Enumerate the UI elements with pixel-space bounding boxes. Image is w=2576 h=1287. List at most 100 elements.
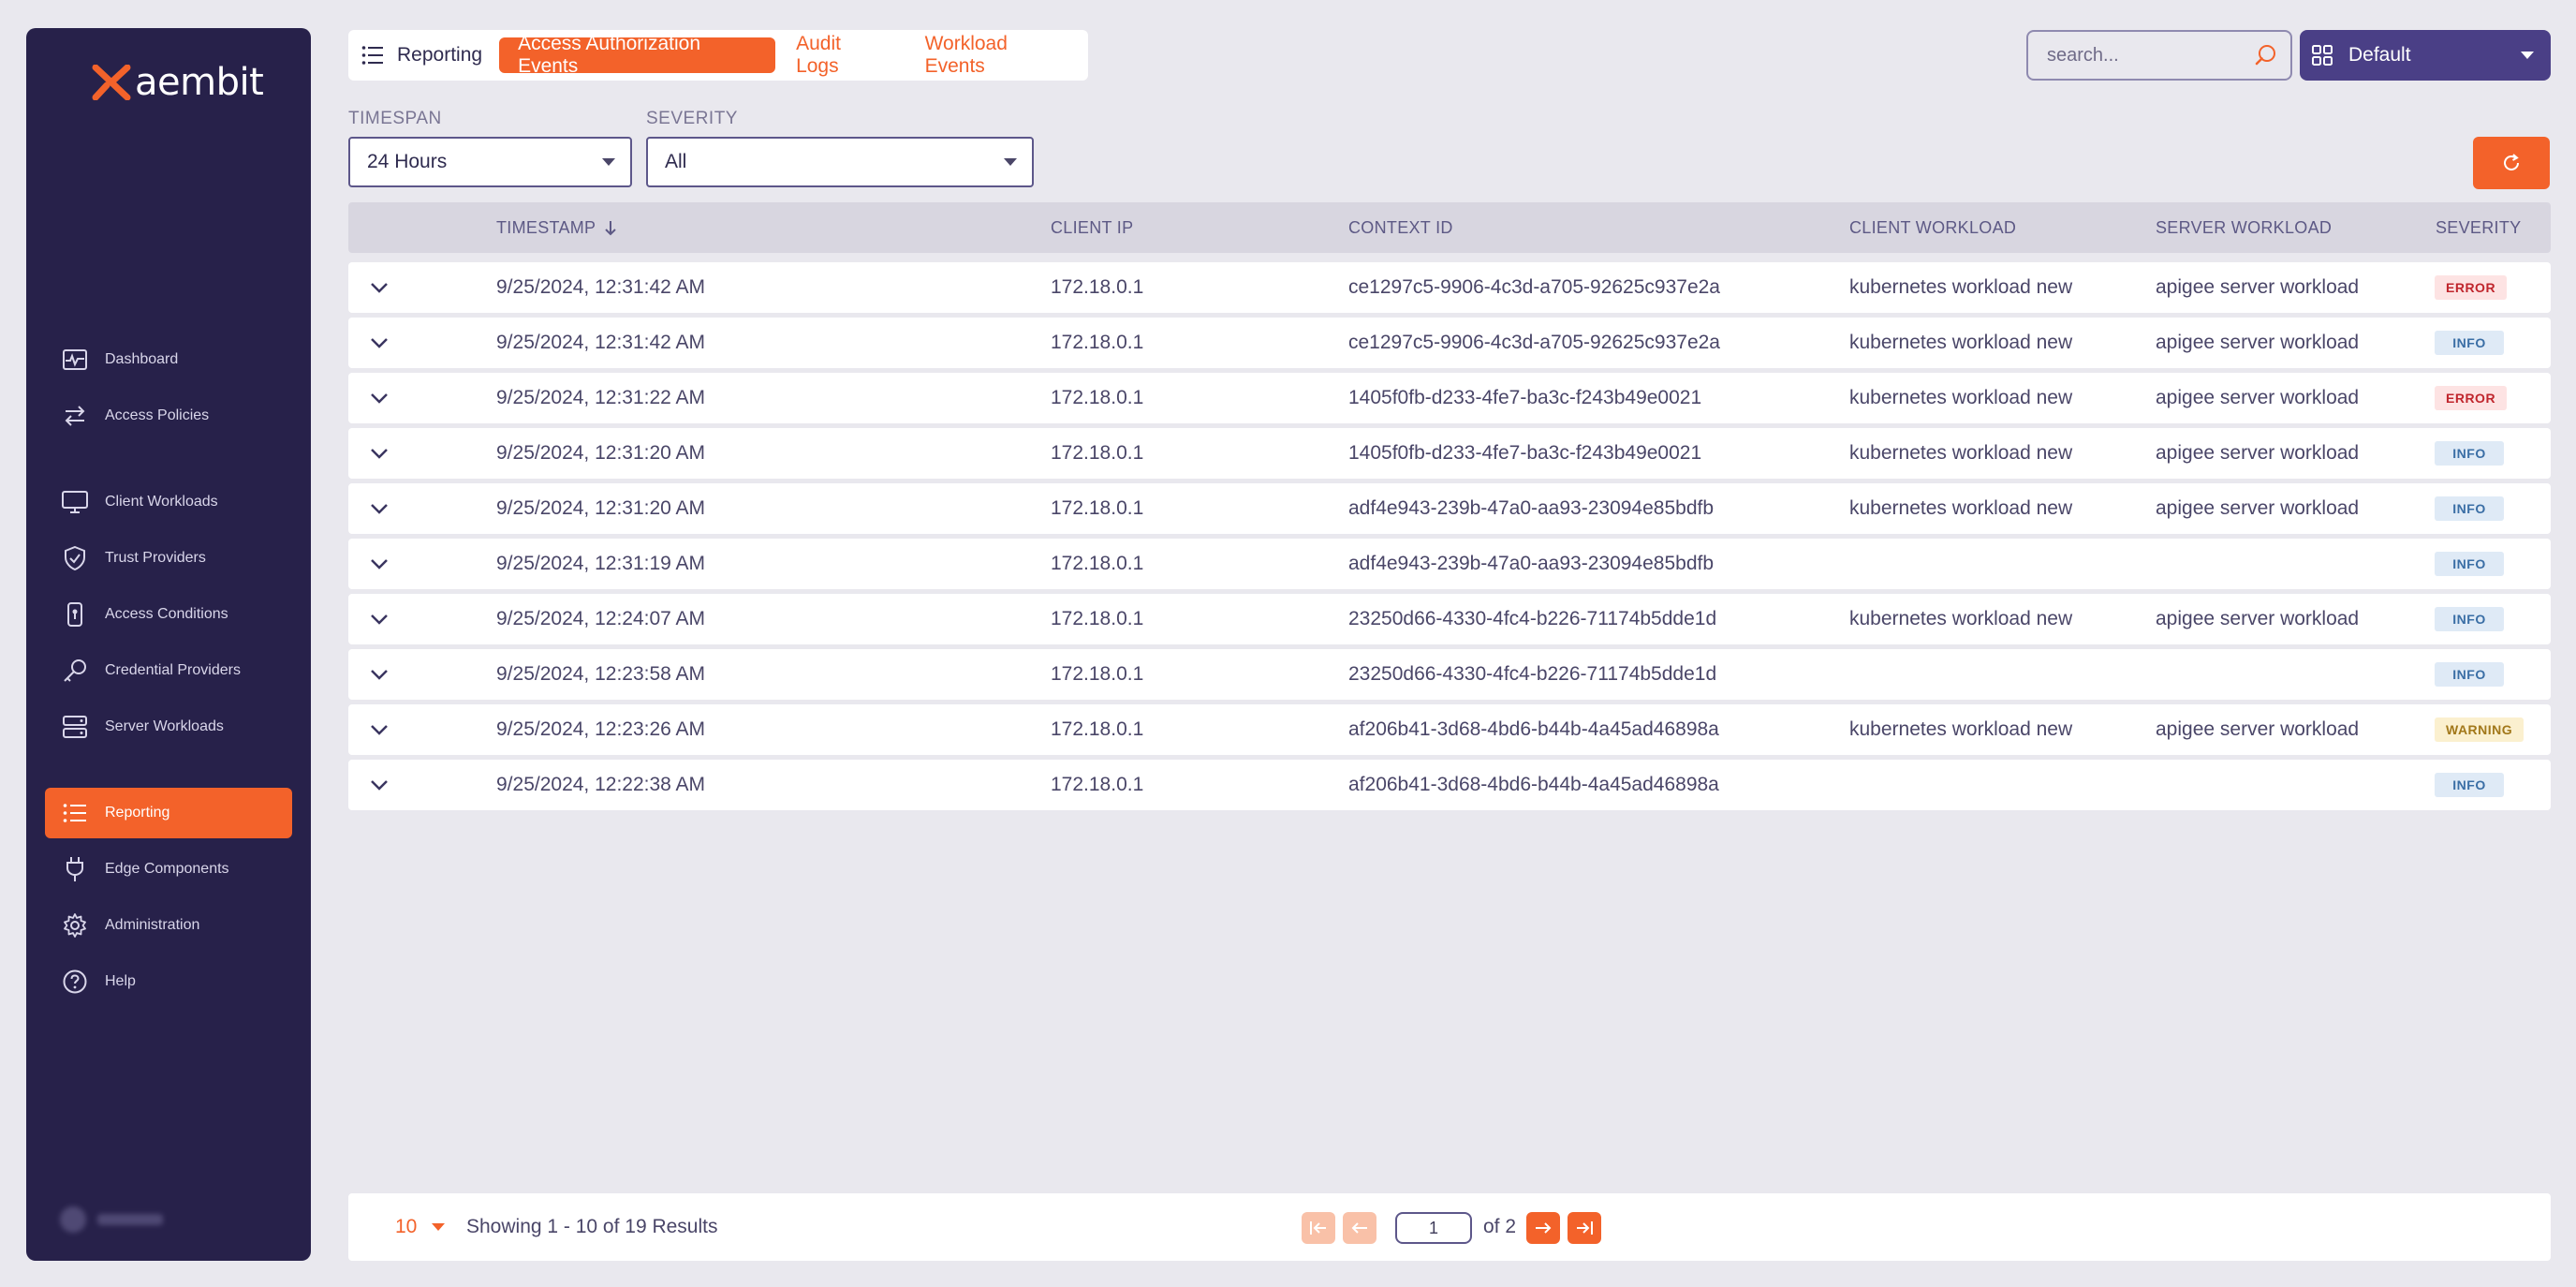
sidebar-item-credential-providers[interactable]: Credential Providers bbox=[45, 645, 292, 696]
cell-server-workload: apigee server workload bbox=[2156, 332, 2360, 353]
refresh-button[interactable] bbox=[2473, 137, 2550, 189]
cell-timestamp: 9/25/2024, 12:23:26 AM bbox=[496, 718, 706, 740]
resource-set-dropdown[interactable]: Default bbox=[2300, 30, 2551, 81]
chevron-down-icon bbox=[371, 614, 388, 625]
table-row[interactable]: 9/25/2024, 12:31:19 AM 172.18.0.1 adf4e943… bbox=[348, 539, 2551, 589]
caret-down-icon bbox=[2521, 52, 2534, 59]
search-input[interactable] bbox=[2047, 44, 2234, 67]
aembit-logo[interactable]: aembit bbox=[92, 54, 264, 111]
last-page-icon bbox=[1577, 1221, 1593, 1235]
table-row[interactable]: 9/25/2024, 12:31:20 AM 172.18.0.1 adf4e943… bbox=[348, 483, 2551, 534]
cell-timestamp: 9/25/2024, 12:31:19 AM bbox=[496, 553, 706, 574]
expand-row-button[interactable] bbox=[365, 760, 393, 810]
table-row[interactable]: 9/25/2024, 12:31:22 AM 172.18.0.1 1405f0fb… bbox=[348, 373, 2551, 423]
cell-client-workload: kubernetes workload new bbox=[1849, 497, 2073, 519]
expand-row-button[interactable] bbox=[365, 428, 393, 479]
sidebar-item-dashboard[interactable]: Dashboard bbox=[45, 334, 292, 385]
sidebar-item-access-policies[interactable]: Access Policies bbox=[45, 391, 292, 441]
sort-arrow-down-icon bbox=[605, 221, 617, 236]
sidebar-item-help[interactable]: Help bbox=[45, 956, 292, 1007]
cell-client-workload: kubernetes workload new bbox=[1849, 276, 2073, 298]
cell-client-ip: 172.18.0.1 bbox=[1051, 663, 1144, 685]
tab-reporting-home[interactable]: Reporting bbox=[361, 44, 482, 67]
cell-client-ip: 172.18.0.1 bbox=[1051, 276, 1144, 298]
table-row[interactable]: 9/25/2024, 12:24:07 AM 172.18.0.1 23250d66… bbox=[348, 594, 2551, 644]
sidebar-item-server-workloads[interactable]: Server Workloads bbox=[45, 702, 292, 752]
table-row[interactable]: 9/25/2024, 12:23:26 AM 172.18.0.1 af206b41… bbox=[348, 704, 2551, 755]
severity-label: SEVERITY bbox=[646, 109, 738, 128]
first-page-button[interactable] bbox=[1302, 1212, 1335, 1244]
cell-client-ip: 172.18.0.1 bbox=[1051, 387, 1144, 408]
table-row[interactable]: 9/25/2024, 12:31:42 AM 172.18.0.1 ce1297c5… bbox=[348, 262, 2551, 313]
table-row[interactable]: 9/25/2024, 12:22:38 AM 172.18.0.1 af206b41… bbox=[348, 760, 2551, 810]
expand-row-button[interactable] bbox=[365, 704, 393, 755]
tab-access-authorization-events[interactable]: Access Authorization Events bbox=[499, 33, 776, 77]
next-page-button[interactable] bbox=[1526, 1212, 1560, 1244]
cell-client-workload: kubernetes workload new bbox=[1849, 387, 2073, 408]
server-icon bbox=[62, 714, 88, 740]
column-header-client-workload[interactable]: CLIENT WORKLOAD bbox=[1849, 202, 2016, 253]
expand-row-button[interactable] bbox=[365, 373, 393, 423]
table-header: TIMESTAMP CLIENT IP CONTEXT ID CLIENT WO… bbox=[348, 202, 2551, 253]
cell-timestamp: 9/25/2024, 12:22:38 AM bbox=[496, 774, 706, 795]
sidebar-item-administration[interactable]: Administration bbox=[45, 900, 292, 951]
cell-context-id: ce1297c5-9906-4c3d-a705-92625c937e2a bbox=[1348, 332, 1720, 353]
expand-row-button[interactable] bbox=[365, 483, 393, 534]
cell-client-ip: 172.18.0.1 bbox=[1051, 774, 1144, 795]
expand-row-button[interactable] bbox=[365, 594, 393, 644]
severity-select[interactable]: All bbox=[646, 137, 1034, 187]
severity-badge: ERROR bbox=[2435, 386, 2508, 410]
sidebar-item-label: Administration bbox=[105, 917, 200, 933]
cell-client-ip: 172.18.0.1 bbox=[1051, 718, 1144, 740]
expand-row-button[interactable] bbox=[365, 318, 393, 368]
cell-client-workload: kubernetes workload new bbox=[1849, 442, 2073, 464]
expand-row-button[interactable] bbox=[365, 539, 393, 589]
avatar bbox=[60, 1206, 86, 1233]
search-icon[interactable] bbox=[2255, 44, 2277, 67]
key-icon bbox=[62, 658, 88, 684]
gear-icon bbox=[62, 912, 88, 939]
column-header-severity[interactable]: SEVERITY bbox=[2436, 202, 2521, 253]
cell-context-id: 1405f0fb-d233-4fe7-ba3c-f243b49e0021 bbox=[1348, 442, 1702, 464]
lock-vertical-icon bbox=[62, 601, 88, 628]
sidebar: aembit Dashboard Access Policies Client … bbox=[26, 28, 311, 1261]
brand-name: aembit bbox=[135, 61, 264, 104]
sidebar-item-edge-components[interactable]: Edge Components bbox=[45, 844, 292, 895]
severity-badge: INFO bbox=[2435, 441, 2504, 466]
help-circle-icon bbox=[62, 969, 88, 995]
table-row[interactable]: 9/25/2024, 12:31:20 AM 172.18.0.1 1405f0fb… bbox=[348, 428, 2551, 479]
timespan-select[interactable]: 24 Hours bbox=[348, 137, 632, 187]
tab-label: Reporting bbox=[397, 44, 483, 66]
table-row[interactable]: 9/25/2024, 12:23:58 AM 172.18.0.1 23250d66… bbox=[348, 649, 2551, 700]
user-profile[interactable] bbox=[60, 1206, 163, 1233]
sidebar-item-reporting[interactable]: Reporting bbox=[45, 788, 292, 838]
tab-workload-events[interactable]: Workload Events bbox=[906, 33, 1086, 77]
column-header-context-id[interactable]: CONTEXT ID bbox=[1348, 202, 1453, 253]
previous-page-button[interactable] bbox=[1343, 1212, 1376, 1244]
column-header-client-ip[interactable]: CLIENT IP bbox=[1051, 202, 1133, 253]
cell-context-id: adf4e943-239b-47a0-aa93-23094e85bdfb bbox=[1348, 497, 1715, 519]
column-header-label: TIMESTAMP bbox=[496, 217, 596, 237]
page-number-input[interactable] bbox=[1395, 1212, 1472, 1244]
severity-badge: INFO bbox=[2435, 552, 2504, 576]
sidebar-item-client-workloads[interactable]: Client Workloads bbox=[45, 477, 292, 527]
chevron-down-icon bbox=[371, 283, 388, 293]
chevron-down-icon bbox=[371, 725, 388, 735]
cell-server-workload: apigee server workload bbox=[2156, 718, 2360, 740]
page-size-select[interactable]: 10 bbox=[395, 1193, 446, 1261]
sidebar-item-trust-providers[interactable]: Trust Providers bbox=[45, 533, 292, 584]
total-pages-label: of 2 bbox=[1483, 1216, 1517, 1237]
arrows-exchange-icon bbox=[62, 403, 88, 429]
chevron-down-icon bbox=[371, 780, 388, 791]
tab-audit-logs[interactable]: Audit Logs bbox=[777, 33, 905, 77]
cell-context-id: af206b41-3d68-4bd6-b44b-4a45ad46898a bbox=[1348, 774, 1719, 795]
table-row[interactable]: 9/25/2024, 12:31:42 AM 172.18.0.1 ce1297c5… bbox=[348, 318, 2551, 368]
sidebar-item-access-conditions[interactable]: Access Conditions bbox=[45, 589, 292, 640]
column-header-timestamp[interactable]: TIMESTAMP bbox=[496, 202, 618, 253]
column-header-server-workload[interactable]: SERVER WORKLOAD bbox=[2156, 202, 2332, 253]
sidebar-item-label: Server Workloads bbox=[105, 718, 224, 734]
last-page-button[interactable] bbox=[1568, 1212, 1601, 1244]
expand-row-button[interactable] bbox=[365, 262, 393, 313]
expand-row-button[interactable] bbox=[365, 649, 393, 700]
cell-client-workload: kubernetes workload new bbox=[1849, 608, 2073, 629]
